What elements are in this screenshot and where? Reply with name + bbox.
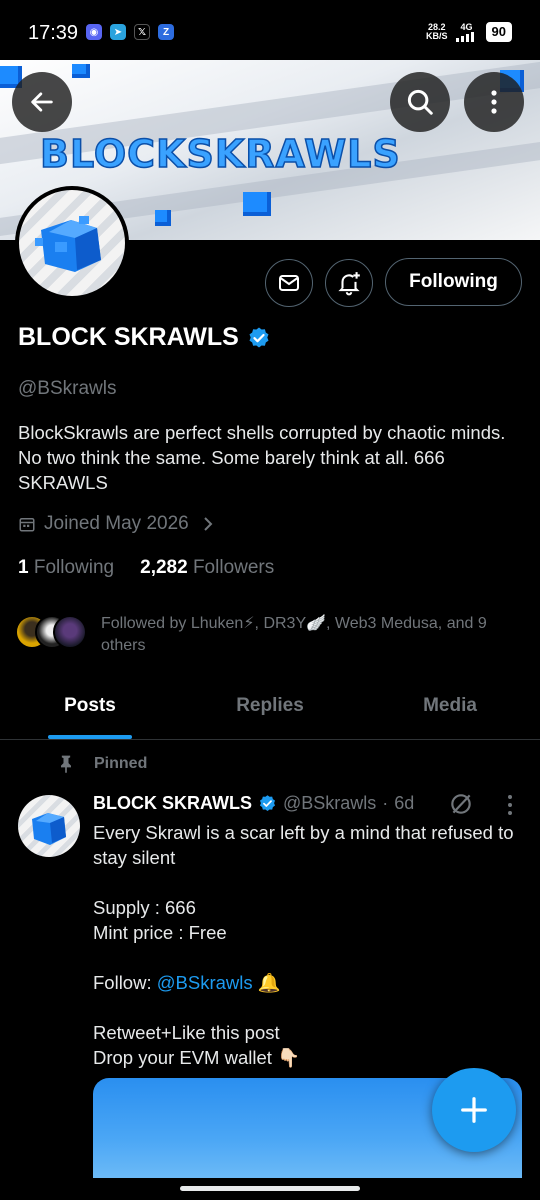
following-count-link[interactable]: 1 Following bbox=[18, 557, 114, 579]
follower-avatar bbox=[53, 615, 87, 649]
compose-button[interactable] bbox=[432, 1068, 516, 1152]
post-time: 6d bbox=[394, 793, 415, 813]
more-options-button[interactable] bbox=[464, 72, 524, 132]
post-follow-line: Follow: @BSkrawls 🔔 bbox=[93, 970, 523, 995]
home-indicator[interactable] bbox=[180, 1186, 360, 1191]
followers-label: Followers bbox=[192, 557, 275, 578]
status-bar: 17:39 ◉ ➤ 𝕏 Z 28.2 KB/S 4G 90 bbox=[0, 0, 540, 60]
profile-bio: BlockSkrawls are perfect shells corrupte… bbox=[18, 422, 506, 493]
telegram-icon: ➤ bbox=[110, 24, 126, 40]
pinned-indicator: Pinned bbox=[56, 754, 147, 774]
following-button[interactable]: Following bbox=[385, 258, 522, 306]
post-line: Every Skrawl is a scar left by a mind th… bbox=[93, 822, 519, 868]
bell-plus-icon bbox=[338, 272, 360, 296]
post-header: BLOCK SKRAWLS @BSkrawls · 6d bbox=[93, 793, 414, 814]
post-more-button[interactable] bbox=[500, 793, 520, 822]
status-app-icons: ◉ ➤ 𝕏 Z bbox=[86, 24, 174, 40]
post-line: Mint price : Free bbox=[93, 922, 227, 943]
post-author-handle: @BSkrawls bbox=[283, 793, 377, 813]
pin-icon bbox=[61, 755, 71, 774]
profile-avatar[interactable] bbox=[15, 186, 129, 300]
tab-media[interactable]: Media bbox=[360, 672, 540, 739]
more-vertical-icon bbox=[508, 795, 512, 815]
profile-tabs: Posts Replies Media bbox=[0, 672, 540, 740]
message-button[interactable] bbox=[265, 259, 313, 307]
following-label: Following bbox=[33, 557, 115, 578]
search-button[interactable] bbox=[390, 72, 450, 132]
following-count: 1 bbox=[18, 557, 29, 578]
pinned-label: Pinned bbox=[94, 755, 148, 772]
chevron-right-icon bbox=[204, 517, 213, 531]
back-button[interactable] bbox=[12, 72, 72, 132]
battery-indicator: 90 bbox=[485, 22, 512, 42]
x-icon: 𝕏 bbox=[134, 24, 150, 40]
network-type: 4G bbox=[460, 22, 473, 32]
decor-cube bbox=[243, 192, 271, 216]
signal-icon: 4G bbox=[455, 22, 478, 42]
status-indicators: 28.2 KB/S 4G 90 bbox=[426, 22, 512, 42]
followers-count-link[interactable]: 2,282 Followers bbox=[140, 557, 274, 579]
post-separator: · bbox=[382, 793, 389, 813]
network-speed-unit: KB/S bbox=[426, 31, 448, 41]
banner-title: BLOCKSKRAWLS bbox=[39, 131, 401, 177]
post-author-avatar[interactable] bbox=[18, 795, 80, 857]
profile-display-name: BLOCK SKRAWLS bbox=[18, 323, 271, 352]
profile-handle: @BSkrawls bbox=[18, 378, 117, 399]
plus-icon bbox=[461, 1097, 487, 1123]
grok-icon bbox=[451, 794, 471, 814]
discord-icon: ◉ bbox=[86, 24, 102, 40]
followed-by-row[interactable]: Followed by Lhuken⚡, DR3Y🪽, Web3 Medusa,… bbox=[15, 613, 525, 657]
post-line: Supply : 666 bbox=[93, 897, 196, 918]
follow-prefix: Follow: bbox=[93, 972, 157, 993]
tab-posts[interactable]: Posts bbox=[0, 672, 180, 739]
followed-by-text: Followed by Lhuken⚡, DR3Y🪽, Web3 Medusa,… bbox=[101, 615, 487, 654]
joined-date[interactable]: Joined May 2026 bbox=[18, 513, 215, 535]
post-text: Every Skrawl is a scar left by a mind th… bbox=[93, 820, 523, 1070]
display-name-text: BLOCK SKRAWLS bbox=[18, 323, 239, 351]
back-arrow-icon bbox=[31, 92, 53, 112]
tab-replies[interactable]: Replies bbox=[180, 672, 360, 739]
calendar-icon bbox=[19, 518, 35, 532]
post-line: Drop your EVM wallet 👇🏻 bbox=[93, 1047, 301, 1068]
verified-badge-icon bbox=[249, 327, 269, 347]
joined-text: Joined May 2026 bbox=[44, 513, 189, 534]
search-icon bbox=[407, 89, 433, 115]
post-line: Retweet+Like this post bbox=[93, 1022, 280, 1043]
verified-badge-icon bbox=[259, 795, 276, 812]
follow-stats: 1 Following 2,282 Followers bbox=[18, 557, 274, 579]
post-author-name[interactable]: BLOCK SKRAWLS bbox=[93, 793, 252, 814]
decor-cube bbox=[72, 64, 90, 78]
app-z-icon: Z bbox=[158, 24, 174, 40]
followers-count: 2,282 bbox=[140, 557, 188, 578]
decor-cube bbox=[155, 210, 171, 226]
grok-button[interactable] bbox=[448, 791, 474, 822]
network-speed: 28.2 KB/S bbox=[426, 23, 448, 41]
status-time: 17:39 bbox=[28, 22, 79, 44]
notifications-button[interactable] bbox=[325, 259, 373, 307]
envelope-icon bbox=[279, 275, 299, 291]
more-vertical-icon bbox=[491, 90, 497, 114]
follow-suffix: 🔔 bbox=[252, 972, 281, 993]
mention-link[interactable]: @BSkrawls bbox=[157, 972, 253, 993]
